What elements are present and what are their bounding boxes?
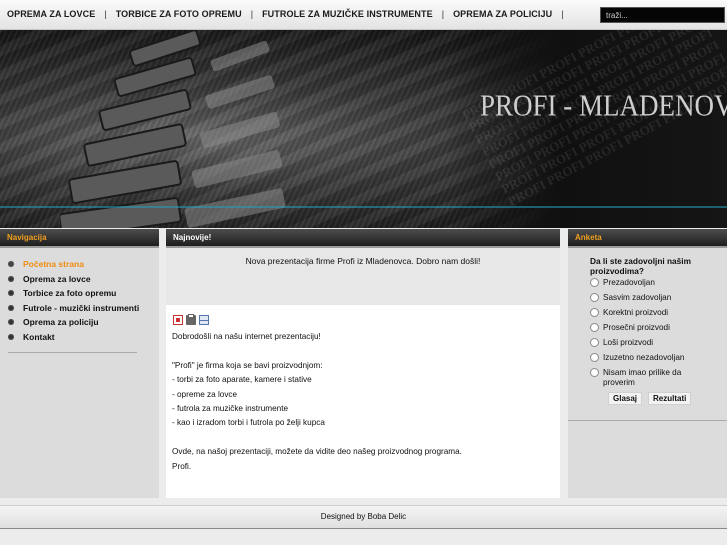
- article-tools: [173, 314, 209, 325]
- welcome-text: Dobrodošli na našu internet prezentaciju…: [172, 332, 321, 341]
- nav-item-pocetna-strana[interactable]: Početna strana: [8, 257, 159, 272]
- poll-option-label: Sasvim zadovoljan: [603, 293, 672, 302]
- poll-option[interactable]: Korektni proizvodi: [590, 308, 727, 323]
- top-menu-item-oprema-za-policiju[interactable]: OPREMA ZA POLICIJU: [453, 9, 552, 19]
- poll-option-label: Izuzetno nezadovoljan: [603, 353, 685, 362]
- top-menu-item-torbice[interactable]: TORBICE ZA FOTO OPREMU: [116, 9, 242, 19]
- poll-panel: Anketa Da li ste zadovoljni našim proizv…: [568, 229, 727, 498]
- zipper-teeth-graphic: [60, 30, 286, 228]
- nav-item-label: Kontakt: [23, 331, 55, 342]
- divider: [568, 420, 727, 421]
- nav-item-label: Oprema za policiju: [23, 317, 99, 328]
- top-menu: OPREMA ZA LOVCE | TORBICE ZA FOTO OPREMU…: [7, 9, 573, 19]
- outro-text: Ovde, na našoj prezentaciji, možete da v…: [172, 447, 462, 457]
- main-header: Najnovije!: [166, 229, 560, 248]
- footer-credit: Designed by Boba Delic: [320, 512, 407, 521]
- poll-option[interactable]: Sasvim zadovoljan: [590, 293, 727, 308]
- main-content-panel: Najnovije! Nova prezentacija firme Profi…: [166, 229, 560, 498]
- list-item: - kao i izradom torbi i futrola po želji…: [172, 418, 325, 428]
- nav-item-torbice[interactable]: Torbice za foto opremu: [8, 286, 159, 301]
- signature-text: Profi.: [172, 461, 192, 471]
- poll-header: Anketa: [568, 229, 727, 248]
- poll-option[interactable]: Izuzetno nezadovoljan: [590, 353, 727, 368]
- top-menu-item-futrole[interactable]: FUTROLE ZA MUZIČKE INSTRUMENTE: [262, 9, 433, 19]
- list-item: - opreme za lovce: [172, 389, 238, 399]
- menu-separator: |: [104, 9, 107, 19]
- poll-question: Da li ste zadovoljni našim proizvodima?: [590, 256, 691, 276]
- news-text: Nova prezentacija firme Profi iz Mladeno…: [245, 256, 481, 266]
- article-body: Dobrodošli na našu internet prezentaciju…: [172, 330, 552, 474]
- nav-item-label: Torbice za foto opremu: [23, 288, 117, 299]
- bullet-icon: [8, 304, 14, 311]
- poll-option-label: Prosečni proizvodi: [603, 323, 670, 332]
- navigation-panel: Navigacija Početna strana Oprema za lovc…: [0, 229, 159, 498]
- nav-item-label: Futrole - muzički instrumenti: [23, 302, 140, 313]
- news-box: Nova prezentacija firme Profi iz Mladeno…: [166, 248, 560, 305]
- bullet-icon: [8, 290, 14, 297]
- banner-accent-line: [0, 206, 727, 208]
- radio-button[interactable]: [590, 278, 599, 287]
- radio-button[interactable]: [590, 323, 599, 332]
- site-title: PROFI - MLADENOVAC: [480, 88, 727, 123]
- radio-button[interactable]: [590, 353, 599, 362]
- list-item: - futrola za muzičke instrumente: [172, 404, 289, 414]
- navigation-header: Navigacija: [0, 229, 159, 248]
- nav-item-oprema-za-policiju[interactable]: Oprema za policiju: [8, 315, 159, 330]
- radio-button[interactable]: [590, 368, 599, 377]
- bullet-icon: [8, 333, 14, 340]
- radio-button[interactable]: [590, 293, 599, 302]
- poll-option-label: Prezadovoljan: [603, 278, 655, 287]
- header-banner: PROFI PROFI PROFI PROFI PROFI PROFI PROF…: [0, 30, 727, 228]
- radio-button[interactable]: [590, 308, 599, 317]
- divider: [8, 352, 137, 353]
- poll-form: Da li ste zadovoljni našim proizvodima? …: [568, 248, 727, 405]
- poll-option[interactable]: Prezadovoljan: [590, 278, 727, 293]
- menu-separator: |: [441, 9, 445, 19]
- bullet-icon: [8, 275, 14, 282]
- nav-item-futrole[interactable]: Futrole - muzički instrumenti: [8, 301, 159, 316]
- footer: Designed by Boba Delic: [0, 505, 727, 529]
- radio-button[interactable]: [590, 338, 599, 347]
- poll-option-label: Korektni proizvodi: [603, 308, 669, 317]
- poll-option[interactable]: Nisam imao prilike da proverim: [590, 368, 727, 388]
- top-menu-item-oprema-za-lovce[interactable]: OPREMA ZA LOVCE: [7, 9, 95, 19]
- vote-button[interactable]: Glasaj: [608, 392, 643, 405]
- intro-text: "Profi" je firma koja se bavi proizvodnj…: [172, 360, 323, 370]
- results-button[interactable]: Rezultati: [648, 392, 692, 405]
- email-icon[interactable]: [199, 315, 209, 325]
- nav-item-kontakt[interactable]: Kontakt: [8, 330, 159, 345]
- menu-separator: |: [561, 9, 564, 19]
- print-icon[interactable]: [186, 314, 196, 325]
- poll-option-label: Nisam imao prilike da proverim: [603, 368, 682, 387]
- menu-separator: |: [250, 9, 254, 19]
- nav-item-label: Početna strana: [23, 259, 84, 270]
- nav-item-oprema-za-lovce[interactable]: Oprema za lovce: [8, 272, 159, 287]
- poll-buttons: Glasaj Rezultati: [608, 392, 727, 405]
- poll-option[interactable]: Prosečni proizvodi: [590, 323, 727, 338]
- navigation-list: Početna strana Oprema za lovce Torbice z…: [0, 248, 159, 344]
- list-item: - torbi za foto aparate, kamere i stativ…: [172, 375, 312, 385]
- search-input[interactable]: [600, 7, 725, 23]
- top-menu-bar: OPREMA ZA LOVCE | TORBICE ZA FOTO OPREMU…: [0, 0, 727, 30]
- bullet-icon: [8, 319, 14, 326]
- poll-option-label: Loši proizvodi: [603, 338, 654, 347]
- nav-item-label: Oprema za lovce: [23, 273, 91, 284]
- poll-option[interactable]: Loši proizvodi: [590, 338, 727, 353]
- bullet-icon: [8, 261, 14, 268]
- pdf-icon[interactable]: [173, 315, 183, 325]
